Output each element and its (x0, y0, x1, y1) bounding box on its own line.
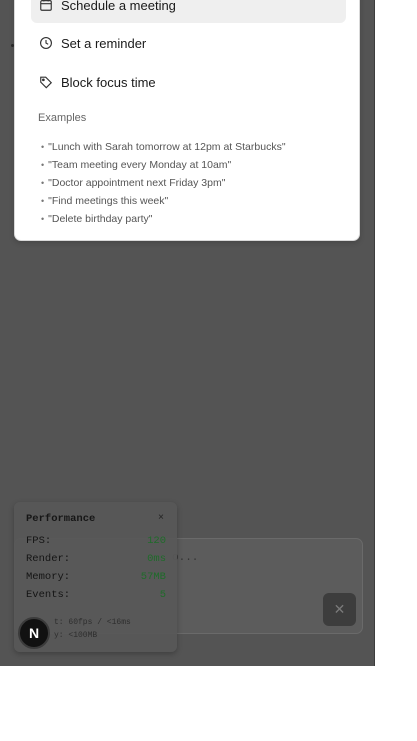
performance-title: Performance (26, 513, 96, 525)
metric-fps: FPS: 120 (26, 535, 166, 547)
command-menu: Schedule a meeting Set a reminder Block … (14, 0, 360, 241)
example-item[interactable]: "Doctor appointment next Friday 3pm" (41, 174, 286, 192)
metric-memory: Memory: 57MB (26, 571, 166, 583)
close-icon: ✕ (333, 601, 346, 617)
menu-item-label: Schedule a meeting (61, 0, 176, 13)
performance-target-fps: t: 60fps / <16ms (54, 618, 131, 627)
examples-list: "Lunch with Sarah tomorrow at 12pm at St… (41, 138, 286, 228)
clock-icon (38, 36, 53, 51)
example-item[interactable]: "Delete birthday party" (41, 210, 286, 228)
menu-item-label: Block focus time (61, 74, 156, 90)
example-item[interactable]: "Lunch with Sarah tomorrow at 12pm at St… (41, 138, 285, 156)
performance-target-memory: y: <100MB (54, 631, 98, 640)
metric-render: Render: 0ms (26, 553, 166, 565)
calendar-icon (38, 0, 53, 13)
example-item[interactable]: "Team meeting every Monday at 10am" (41, 156, 286, 174)
menu-item-schedule-meeting[interactable]: Schedule a meeting (31, 0, 346, 23)
n-logo-badge[interactable]: N (18, 617, 50, 649)
menu-item-label: Set a reminder (61, 35, 147, 51)
metric-events: Events: 5 (26, 589, 166, 601)
tag-icon (38, 75, 53, 90)
performance-close-button[interactable]: × (158, 513, 164, 524)
examples-title: Examples (38, 112, 87, 124)
menu-item-set-reminder[interactable]: Set a reminder (31, 25, 346, 61)
example-item[interactable]: "Find meetings this week" (41, 192, 286, 210)
menu-item-block-focus-time[interactable]: Block focus time (31, 64, 346, 100)
send-button[interactable]: ✕ (323, 593, 356, 626)
